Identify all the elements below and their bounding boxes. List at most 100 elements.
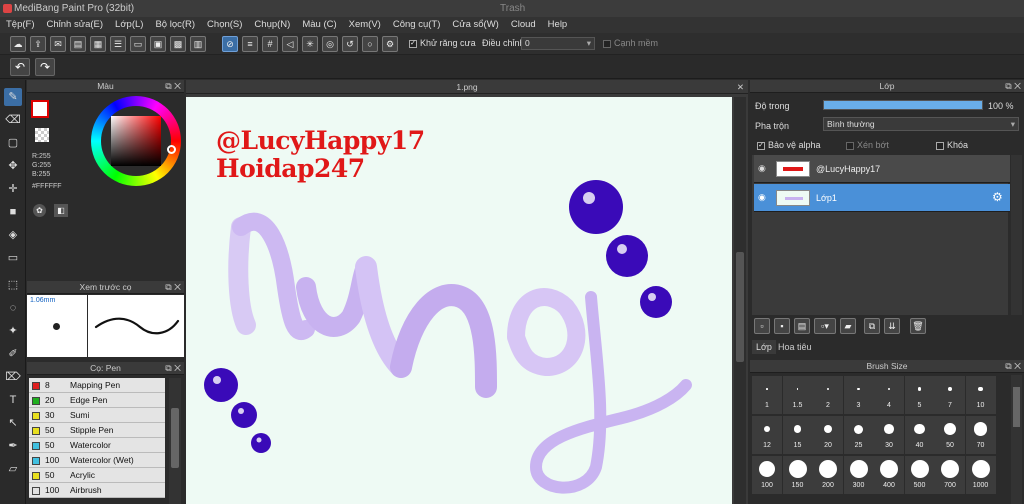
panel-float-close-icon[interactable]: ⧉ ✕ [165,281,181,294]
brush-size-cell[interactable]: 400 [874,456,904,494]
cross-snap-icon[interactable]: # [262,36,278,52]
redo-button[interactable]: ↷ [35,58,55,76]
eraser-tool-icon[interactable]: ⌫ [4,111,22,129]
folder-icon[interactable]: ▰ [840,318,856,334]
canvas-scrollbar[interactable] [734,97,746,504]
layer-row-watermark[interactable]: ◉ @LucyHappy17 [754,155,1010,183]
panel-float-close-icon[interactable]: ⧉ ✕ [165,80,181,93]
cloud-icon[interactable]: ☁ [10,36,26,52]
layer-list-scrollbar[interactable] [1011,155,1022,315]
foreground-color-swatch[interactable] [31,100,49,118]
brush-size-cell[interactable]: 30 [874,416,904,454]
menu-edit[interactable]: Chỉnh sửa(E) [41,17,110,33]
panel-float-close-icon[interactable]: ⧉ ✕ [165,362,181,375]
brush-size-cell[interactable]: 500 [904,456,935,494]
palette-icon[interactable]: ◧ [54,204,68,217]
brush-size-scrollbar[interactable] [1011,375,1022,504]
menu-filter[interactable]: Bộ lọc(R) [149,17,201,33]
brush-size-cell[interactable]: 20 [813,416,843,454]
grid-icon[interactable]: ▩ [170,36,186,52]
note-icon[interactable]: ▤ [70,36,86,52]
brush-size-cell[interactable]: 700 [935,456,965,494]
brush-list-item[interactable]: 100 Airbrush [29,483,165,498]
divide-tool-icon[interactable]: ▱ [4,460,22,478]
menu-select[interactable]: Chọn(S) [201,17,248,33]
brush-size-cell[interactable]: 40 [904,416,935,454]
text-tool-icon[interactable]: T [4,391,22,409]
settings-gear-icon[interactable]: ⚙ [382,36,398,52]
brush-list-item[interactable]: 30 Sumi [29,408,165,423]
opacity-slider[interactable] [823,100,983,110]
brush-size-cell[interactable]: 300 [843,456,874,494]
share-icon[interactable]: ⇪ [30,36,46,52]
tab-navigator[interactable]: Hoa tiêu [774,340,816,354]
canvas-scroll-thumb[interactable] [736,252,744,362]
drawing-canvas[interactable]: @LucyHappy17 Hoidap247 [186,97,732,504]
brush-size-cell[interactable]: 200 [813,456,843,494]
brush-size-cell[interactable]: 12 [752,416,782,454]
brush-size-cell[interactable]: 25 [843,416,874,454]
menu-window[interactable]: Cửa sổ(W) [446,17,504,33]
radial-snap-icon[interactable]: ✳ [302,36,318,52]
lasso-tool-icon[interactable]: ◌ [4,299,22,317]
menu-cloud[interactable]: Cloud [505,17,542,33]
operation-tool-icon[interactable]: ↖ [4,414,22,432]
add-layer-menu-icon[interactable]: ▫▾ [814,318,836,334]
menu-tools[interactable]: Công cụ(T) [387,17,447,33]
brush-size-cell[interactable]: 4 [874,376,904,414]
new-8bit-layer-icon[interactable]: ▤ [794,318,810,334]
menu-help[interactable]: Help [542,17,574,33]
list-icon[interactable]: ☰ [110,36,126,52]
frame-icon[interactable]: ▣ [150,36,166,52]
antialias-toggle[interactable]: ✓ Khử răng cưa [409,38,476,48]
brush-size-scroll-thumb[interactable] [1013,387,1020,427]
brush-size-cell[interactable]: 1 [752,376,782,414]
correction-select[interactable]: 0 ▾ [521,37,595,50]
duplicate-layer-icon[interactable]: ⧉ [864,318,880,334]
move-tool-icon[interactable]: ✛ [4,180,22,198]
layer-settings-gear-icon[interactable]: ⚙ [992,190,1003,204]
brush-size-cell[interactable]: 50 [935,416,965,454]
brush-size-cell[interactable]: 100 [752,456,782,494]
eyedropper-tool-icon[interactable]: ✒ [4,437,22,455]
brush-list-item[interactable]: 50 Watercolor [29,438,165,453]
brush-size-cell[interactable]: 7 [935,376,965,414]
ellipse-snap-icon[interactable]: ○ [362,36,378,52]
parallel-snap-icon[interactable]: ≡ [242,36,258,52]
brush-size-cell[interactable]: 1000 [965,456,996,494]
undo-button[interactable]: ↶ [10,58,30,76]
eye-icon[interactable]: ◉ [758,163,766,174]
curve-snap-icon[interactable]: ↺ [342,36,358,52]
brush-list-item[interactable]: 50 Stipple Pen [29,423,165,438]
brush-size-cell[interactable]: 70 [965,416,996,454]
soft-edge-toggle[interactable]: Cạnh mềm [603,38,658,48]
tab-layer[interactable]: Lớp [752,340,776,354]
close-tab-icon[interactable]: ✕ [737,80,744,94]
hue-handle[interactable] [167,145,176,154]
brush-size-cell[interactable]: 3 [843,376,874,414]
brush-list-item[interactable]: 50 Acrylic [29,468,165,483]
brush-size-cell[interactable]: 10 [965,376,996,414]
brush-list-scroll-thumb[interactable] [171,408,179,468]
new-layer-icon[interactable]: ▫ [754,318,770,334]
brush-size-cell[interactable]: 15 [782,416,813,454]
page-icon[interactable]: ▭ [130,36,146,52]
brush-list-item[interactable]: 20 Edge Pen [29,393,165,408]
lock-checkbox[interactable] [936,141,944,150]
no-snap-icon[interactable]: ⊘ [222,36,238,52]
menu-color[interactable]: Màu (C) [296,17,342,33]
panel-float-close-icon[interactable]: ⧉ ✕ [1005,360,1021,373]
select-tool-icon[interactable]: ⬚ [4,276,22,294]
blend-select[interactable]: Bình thường ▾ [823,117,1019,131]
magic-wand-icon[interactable]: ✦ [4,322,22,340]
panel-float-close-icon[interactable]: ⧉ ✕ [1005,80,1021,93]
shape-tool-icon[interactable]: ■ [4,203,22,221]
brush-size-cell[interactable]: 2 [813,376,843,414]
brush-size-cell[interactable]: 1.5 [782,376,813,414]
menu-capture[interactable]: Chụp(N) [248,17,296,33]
brush-list-item[interactable]: 8 Mapping Pen [29,378,165,393]
gradient-tool-icon[interactable]: ▭ [4,249,22,267]
hand-tool-icon[interactable]: ✥ [4,157,22,175]
soft-edge-checkbox[interactable] [603,39,611,48]
brush-list-scrollbar[interactable] [169,378,181,504]
